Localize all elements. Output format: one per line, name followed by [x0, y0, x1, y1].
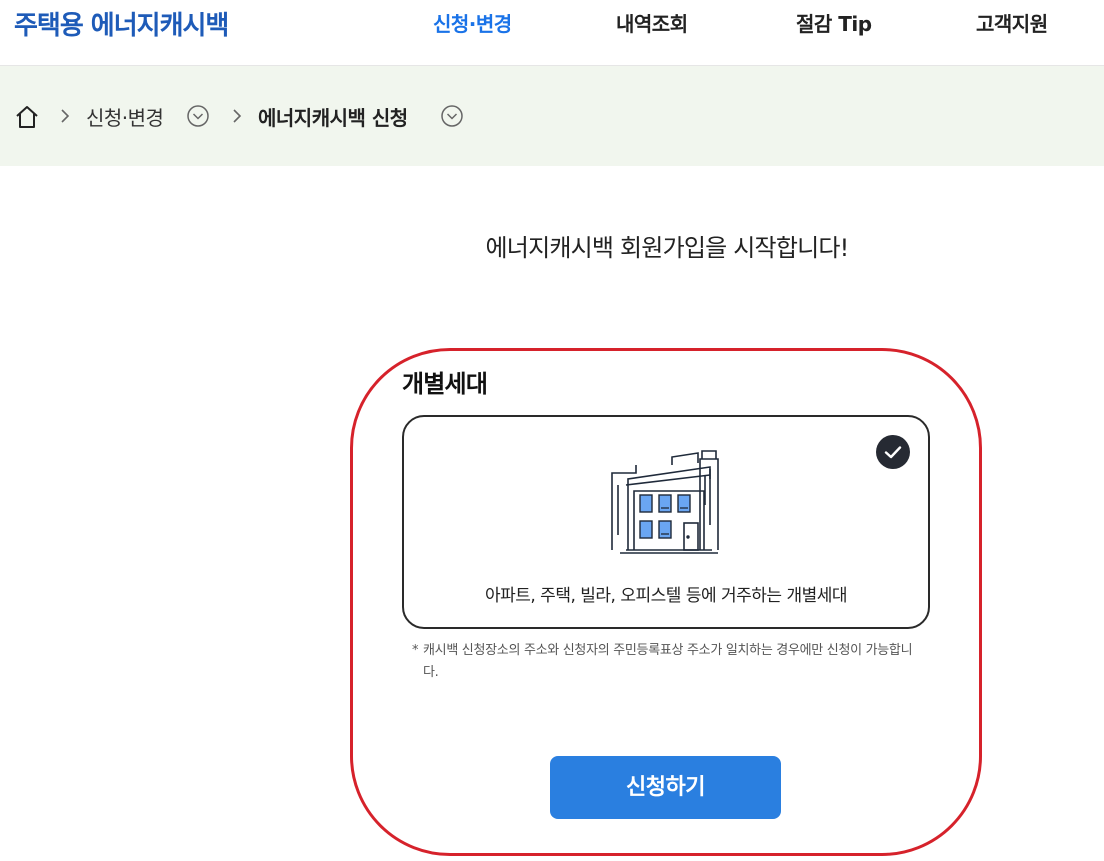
breadcrumb-item-cashback-apply[interactable]: 에너지캐시백 신청: [258, 102, 408, 131]
section-title: 개별세대: [402, 370, 488, 398]
nav-item-tips[interactable]: 절감 Tip: [796, 8, 872, 37]
breadcrumb: 신청·변경 에너지캐시백 신청: [0, 66, 1104, 166]
notice-star: *: [412, 643, 419, 658]
chevron-right-icon: [61, 109, 70, 123]
individual-household-option[interactable]: 아파트, 주택, 빌라, 오피스텔 등에 거주하는 개별세대: [402, 415, 930, 629]
breadcrumb-item-apply[interactable]: 신청·변경: [86, 102, 164, 131]
nav-item-support[interactable]: 고객지원: [976, 8, 1048, 37]
site-logo[interactable]: 주택용 에너지캐시백: [14, 5, 229, 42]
page-title: 에너지캐시백 회원가입을 시작합니다!: [485, 234, 850, 262]
check-circle-icon: [876, 435, 910, 469]
site-header: 주택용 에너지캐시백 신청·변경 내역조회 절감 Tip 고객지원: [0, 0, 1104, 66]
chevron-right-icon: [233, 109, 242, 123]
apply-button[interactable]: 신청하기: [550, 756, 781, 819]
nav-item-apply[interactable]: 신청·변경: [433, 8, 512, 37]
notice-text: * 캐시백 신청장소의 주소와 신청자의 주민등록표상 주소가 일치하는 경우에…: [412, 640, 922, 684]
notice-body: 캐시백 신청장소의 주소와 신청자의 주민등록표상 주소가 일치하는 경우에만 …: [423, 643, 913, 680]
building-icon: [611, 450, 719, 554]
nav-item-history[interactable]: 내역조회: [616, 8, 688, 37]
chevron-down-circle-icon[interactable]: [186, 104, 210, 128]
chevron-down-circle-icon[interactable]: [440, 104, 464, 128]
option-label: 아파트, 주택, 빌라, 오피스텔 등에 거주하는 개별세대: [484, 586, 848, 606]
home-icon[interactable]: [14, 104, 40, 130]
